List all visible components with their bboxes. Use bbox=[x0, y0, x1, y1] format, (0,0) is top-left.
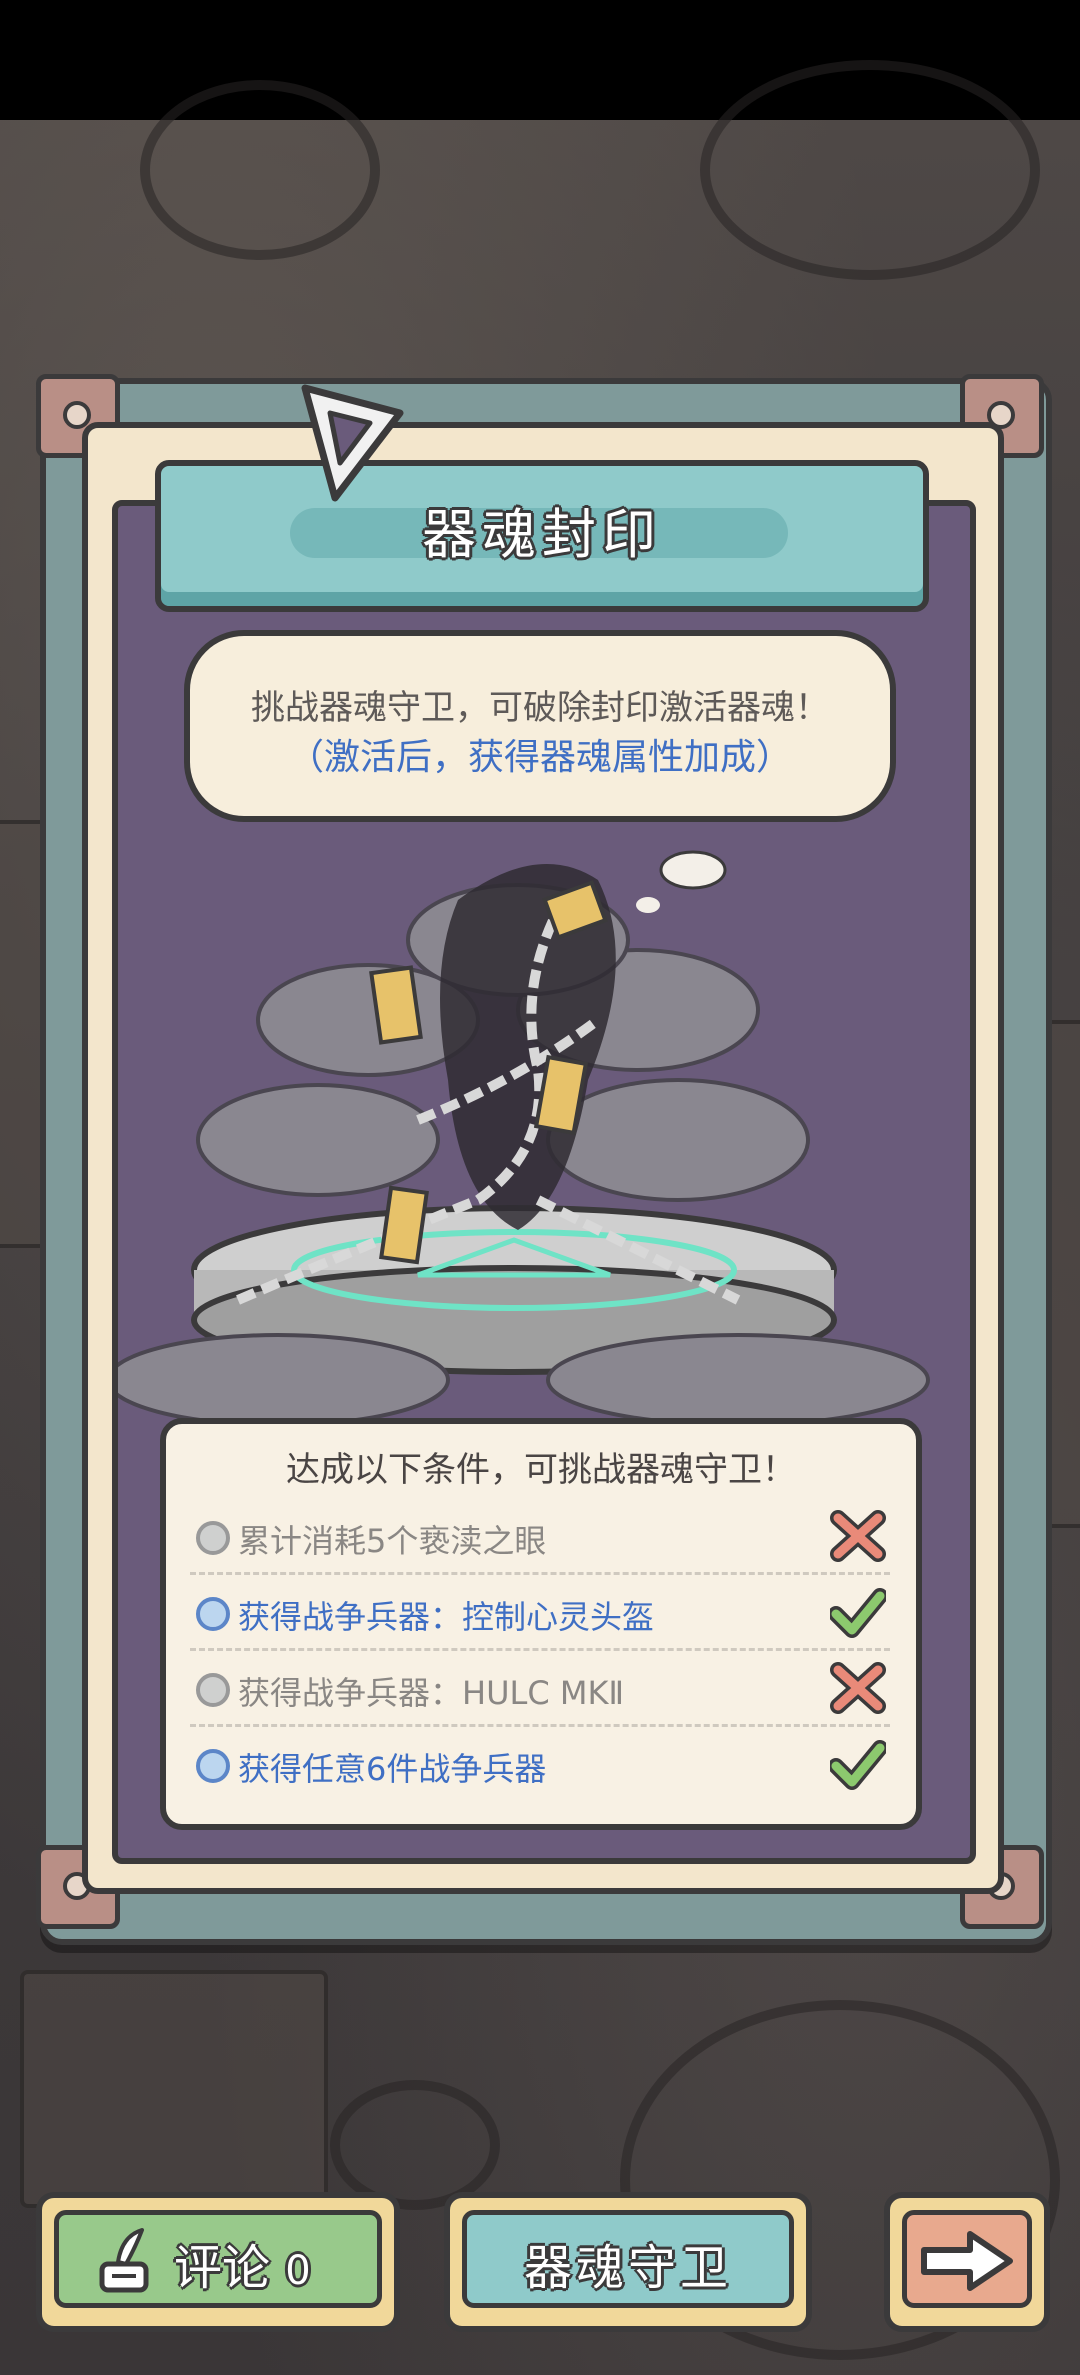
speech-subtext: （激活后，获得器魂属性加成） bbox=[287, 737, 792, 778]
soul-guardian-label: 器魂守卫 bbox=[523, 2240, 732, 2296]
next-button[interactable] bbox=[884, 2192, 1050, 2332]
condition-row: 获得战争兵器：HULC MKⅡ bbox=[190, 1652, 890, 1727]
condition-label: 获得任意6件战争兵器 bbox=[238, 1750, 547, 1788]
condition-label: 累计消耗5个亵渎之眼 bbox=[238, 1522, 547, 1560]
soul-guardian-button[interactable]: 器魂守卫 bbox=[444, 2192, 812, 2332]
condition-label: 获得战争兵器：控制心灵头盔 bbox=[238, 1598, 655, 1636]
comment-count: 0 bbox=[285, 2248, 311, 2294]
background-pipe bbox=[140, 80, 380, 260]
condition-label: 获得战争兵器：HULC MKⅡ bbox=[238, 1674, 625, 1712]
background-crate bbox=[20, 1970, 328, 2208]
sealed-soul-artwork bbox=[118, 850, 930, 1420]
quill-ink-icon bbox=[99, 2228, 149, 2293]
check-icon bbox=[830, 1740, 886, 1790]
background-pipe bbox=[700, 60, 1040, 280]
condition-bullet-icon bbox=[196, 1749, 230, 1783]
cross-icon bbox=[830, 1662, 886, 1714]
check-icon bbox=[830, 1588, 886, 1638]
condition-bullet-icon bbox=[196, 1597, 230, 1631]
panel-title: 器魂封印 bbox=[422, 503, 662, 566]
comment-button[interactable]: 评论 0 bbox=[36, 2192, 400, 2332]
conditions-title: 达成以下条件，可挑战器魂守卫！ bbox=[286, 1450, 796, 1490]
paperclip-icon bbox=[301, 384, 404, 502]
condition-row: 获得战争兵器：控制心灵头盔 bbox=[190, 1576, 890, 1651]
comment-label: 评论 bbox=[174, 2240, 271, 2296]
condition-row: 累计消耗5个亵渎之眼 bbox=[190, 1500, 890, 1575]
cross-icon bbox=[830, 1510, 886, 1562]
condition-row: 获得任意6件战争兵器 bbox=[190, 1728, 890, 1800]
arrow-right-icon bbox=[921, 2231, 1013, 2291]
condition-bullet-icon bbox=[196, 1521, 230, 1555]
background-pot bbox=[330, 2080, 500, 2210]
speech-text: 挑战器魂守卫，可破除封印激活器魂！ bbox=[251, 688, 829, 728]
condition-bullet-icon bbox=[196, 1673, 230, 1707]
